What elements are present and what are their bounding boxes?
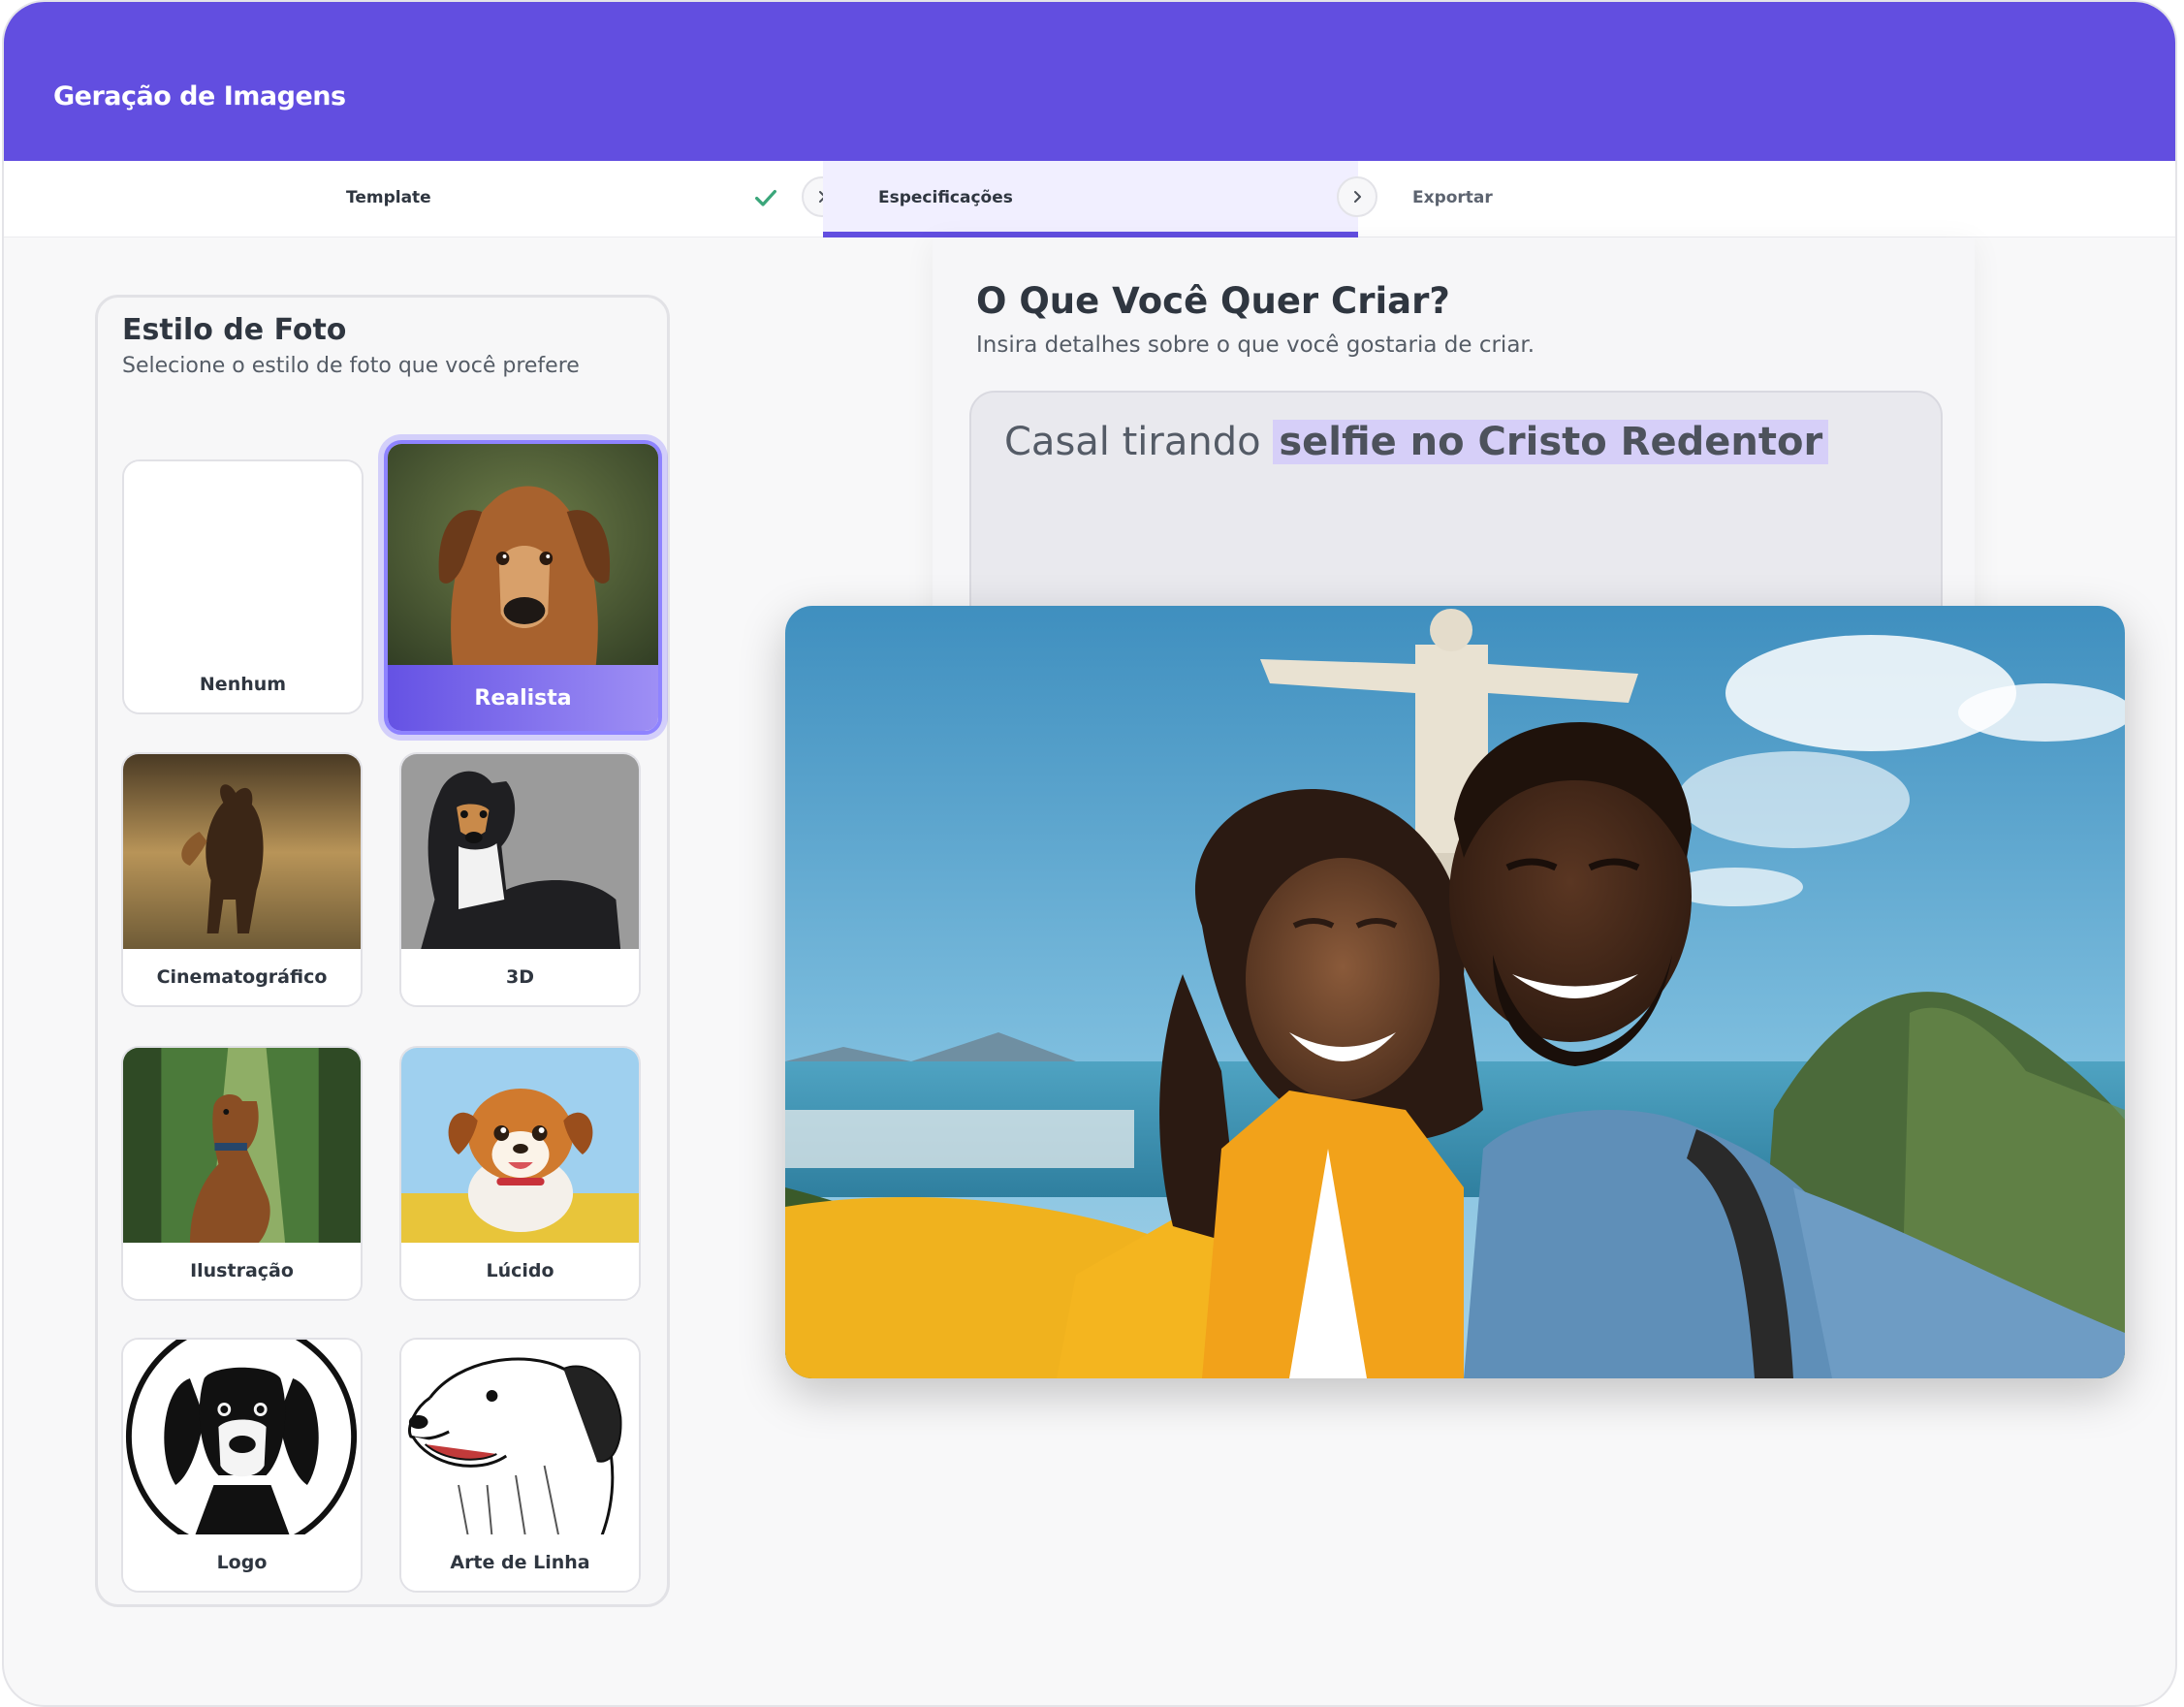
- step-especificacoes[interactable]: Especificações: [823, 161, 1377, 237]
- line-art-dog-image: [401, 1340, 639, 1536]
- step-exportar[interactable]: Exportar: [1358, 161, 2037, 237]
- 3d-dog-image: [401, 754, 639, 951]
- realistic-dog-image: [388, 444, 658, 673]
- style-option-nenhum[interactable]: Nenhum: [122, 459, 364, 714]
- prompt-highlighted-text: selfie no Cristo Redentor: [1273, 420, 1829, 464]
- create-panel: O Que Você Quer Criar? Insira detalhes s…: [933, 237, 1975, 672]
- step-label: Especificações: [878, 188, 1013, 207]
- app-title: Geração de Imagens: [53, 81, 346, 111]
- panel-title: Estilo de Foto: [122, 313, 347, 347]
- style-label: Arte de Linha: [401, 1534, 639, 1591]
- stepper: Template Especificações Exportar: [4, 161, 2175, 237]
- style-label: Logo: [123, 1534, 361, 1591]
- create-subtitle: Insira detalhes sobre o que você gostari…: [976, 332, 1535, 358]
- app-window: Geração de Imagens Template Especificaçõ…: [2, 0, 2177, 1707]
- style-option-arte-de-linha[interactable]: Arte de Linha: [399, 1338, 641, 1593]
- prompt-text: Casal tirando selfie no Cristo Redentor: [1004, 420, 1829, 464]
- step-template[interactable]: Template: [329, 161, 842, 237]
- style-option-3d[interactable]: 3D: [399, 752, 641, 1007]
- style-label: Realista: [388, 665, 658, 731]
- step-label: Exportar: [1412, 188, 1493, 207]
- generated-image: [785, 606, 2125, 1378]
- style-option-lucido[interactable]: Lúcido: [399, 1046, 641, 1301]
- style-label: Ilustração: [123, 1243, 361, 1299]
- cinematic-dog-image: [123, 754, 361, 951]
- lucid-dog-image: [401, 1048, 639, 1245]
- logo-dog-image: [123, 1340, 361, 1536]
- create-title: O Que Você Quer Criar?: [976, 280, 1450, 322]
- style-label: Cinematográfico: [123, 949, 361, 1005]
- photo-style-panel: Estilo de Foto Selecione o estilo de fot…: [95, 295, 670, 1607]
- style-option-realista[interactable]: Realista: [384, 440, 662, 735]
- style-option-ilustracao[interactable]: Ilustração: [121, 1046, 363, 1301]
- illustration-dog-image: [123, 1048, 361, 1245]
- style-label: Nenhum: [124, 656, 362, 712]
- check-icon: [755, 189, 776, 206]
- style-thumbnail: [124, 461, 362, 658]
- panel-subtitle: Selecione o estilo de foto que você pref…: [122, 354, 580, 378]
- style-label: Lúcido: [401, 1243, 639, 1299]
- step-label: Template: [346, 188, 431, 207]
- style-option-cinematografico[interactable]: Cinematográfico: [121, 752, 363, 1007]
- prompt-plain-text: Casal tirando: [1004, 420, 1261, 464]
- top-bar: Geração de Imagens: [4, 2, 2175, 161]
- style-label: 3D: [401, 949, 639, 1005]
- style-option-logo[interactable]: Logo: [121, 1338, 363, 1593]
